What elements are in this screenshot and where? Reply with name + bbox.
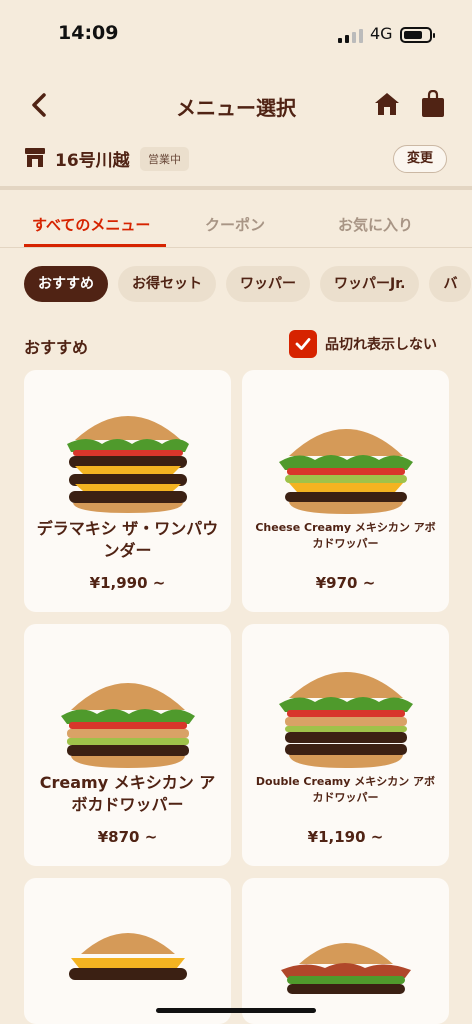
product-price: ¥1,190 ~ (307, 828, 384, 846)
home-icon[interactable] (374, 92, 400, 116)
store-name: 16号川越 (55, 151, 130, 171)
chip-whopper-jr[interactable]: ワッパーJr. (320, 266, 420, 302)
burger-image (67, 416, 189, 513)
product-card[interactable] (242, 878, 449, 1024)
divider (0, 186, 472, 190)
change-store-button[interactable]: 変更 (393, 145, 447, 173)
product-name: デラマキシ ザ・ワンパウンダー (36, 519, 219, 560)
status-time: 14:09 (58, 22, 119, 44)
chip-whopper[interactable]: ワッパー (226, 266, 310, 302)
burger-image (61, 683, 195, 768)
product-name: Cheese Creamy メキシカン アボカドワッパー (255, 521, 436, 550)
bag-icon[interactable] (421, 90, 445, 118)
chip-recommended[interactable]: おすすめ (24, 266, 108, 302)
tab-coupon[interactable]: クーポン (205, 214, 265, 235)
store-icon (25, 148, 45, 167)
signal-icon (338, 27, 363, 43)
product-card[interactable]: Double Creamy メキシカン アボカドワッパー ¥1,190 ~ (242, 624, 449, 866)
product-card[interactable]: Cheese Creamy メキシカン アボカドワッパー ¥970 ~ (242, 370, 449, 612)
check-icon (295, 338, 311, 350)
chip-next[interactable]: バ (429, 266, 472, 302)
tab-favorites[interactable]: お気に入り (338, 214, 413, 235)
checkbox-checked[interactable] (289, 330, 317, 358)
burger-image (279, 672, 413, 768)
soldout-label: 品切れ表示しない (325, 337, 437, 353)
product-name: Creamy メキシカン アボカドワッパー (39, 773, 216, 814)
chip-value-set[interactable]: お得セット (118, 266, 216, 302)
product-card[interactable]: デラマキシ ザ・ワンパウンダー ¥1,990 ~ (24, 370, 231, 612)
battery-icon (400, 27, 435, 43)
product-card[interactable] (24, 878, 231, 1024)
status-bar: 14:09 4G (0, 0, 472, 70)
product-name: Double Creamy メキシカン アボカドワッパー (255, 775, 436, 804)
soldout-toggle[interactable]: 品切れ表示しない (289, 330, 437, 358)
burger-image (279, 429, 413, 514)
active-tab-indicator (24, 244, 166, 247)
home-indicator (156, 1008, 316, 1013)
section-title: おすすめ (24, 338, 89, 357)
store-row: 16号川越 営業中 変更 (0, 142, 472, 178)
product-price: ¥970 ~ (315, 574, 376, 592)
network-type: 4G (370, 24, 393, 43)
tab-all-menu[interactable]: すべてのメニュー (32, 214, 150, 235)
page-title: メニュー選択 (176, 96, 296, 120)
header-bar: メニュー選択 (0, 80, 472, 130)
product-price: ¥870 ~ (97, 828, 158, 846)
product-card[interactable]: Creamy メキシカン アボカドワッパー ¥870 ~ (24, 624, 231, 866)
menu-tabs: すべてのメニュー クーポン お気に入り (0, 196, 472, 248)
product-price: ¥1,990 ~ (89, 574, 166, 592)
category-chips: おすすめ お得セット ワッパー ワッパーJr. バ (24, 266, 472, 306)
store-status-badge: 営業中 (140, 147, 189, 171)
